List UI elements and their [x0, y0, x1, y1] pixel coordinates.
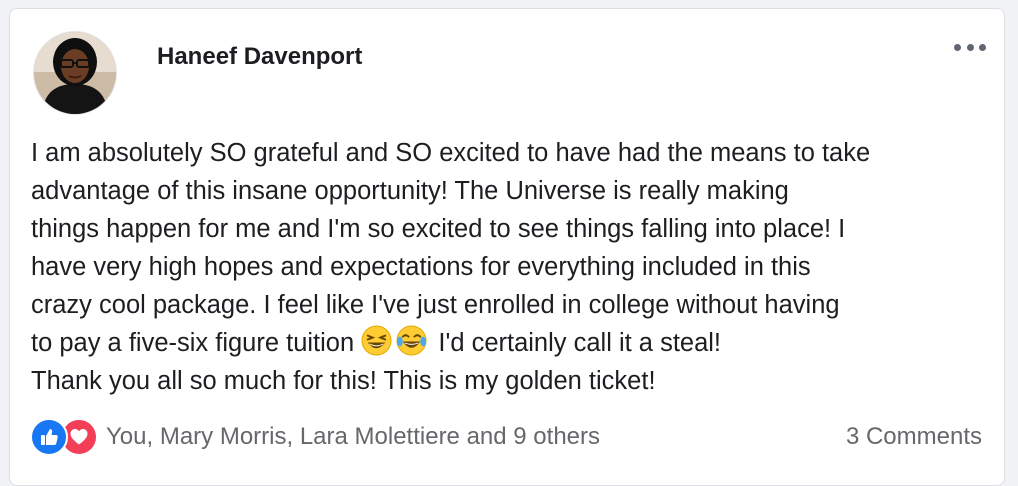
post-body: I am absolutely SO grateful and SO excit… [31, 134, 991, 400]
avatar-photo [34, 32, 116, 114]
post-line-text: to pay a five-six figure tuition [31, 329, 355, 357]
post-line: things happen for me and I'm so excited … [31, 215, 846, 243]
post-line: to pay a five-six figure tuition I'd cer… [31, 324, 991, 362]
reaction-icons [30, 418, 98, 456]
post-line-text: I'd certainly call it a steal! [438, 329, 722, 357]
grinning-squinting-face-icon [361, 325, 392, 356]
like-reaction-icon [30, 418, 68, 456]
more-dot-icon [979, 43, 986, 51]
heart-icon [70, 429, 88, 445]
post-line: crazy cool package. I feel like I've jus… [31, 291, 840, 319]
thumbs-up-icon [41, 429, 58, 445]
post-line: I am absolutely SO grateful and SO excit… [31, 139, 871, 167]
post-card: Haneef Davenport I am absolutely SO grat… [9, 8, 1005, 486]
face-with-tears-of-joy-icon [396, 325, 427, 356]
post-line: have very high hopes and expectations fo… [31, 253, 811, 281]
reactions-summary[interactable]: You, Mary Morris, Lara Molettiere and 9 … [30, 418, 600, 456]
author-name[interactable]: Haneef Davenport [157, 42, 362, 72]
post-footer: You, Mary Morris, Lara Molettiere and 9 … [30, 417, 982, 457]
post-line: advantage of this insane opportunity! Th… [31, 177, 789, 205]
more-options-button[interactable] [952, 35, 988, 59]
comments-count-link[interactable]: 3 Comments [846, 423, 982, 451]
post-line: Thank you all so much for this! This is … [31, 367, 656, 395]
more-dot-icon [966, 43, 974, 51]
reaction-names[interactable]: You, Mary Morris, Lara Molettiere and 9 … [106, 423, 600, 451]
more-dot-icon [954, 43, 961, 51]
avatar[interactable] [33, 31, 117, 115]
